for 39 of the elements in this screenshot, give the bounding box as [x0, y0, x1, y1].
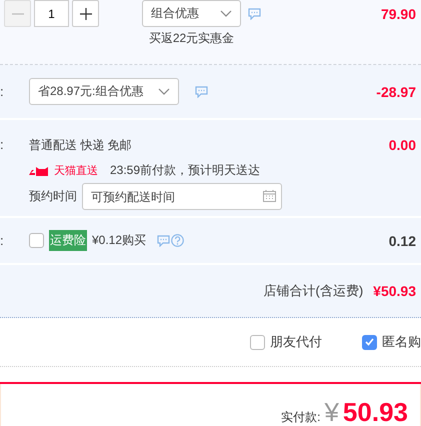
item-price: 79.90 [380, 6, 416, 22]
plus-icon [80, 8, 92, 20]
shipping-method: 普通配送 快递 免邮 [29, 137, 133, 154]
row-label: : [0, 84, 5, 99]
delivery-label: 天猫直送 [54, 164, 98, 178]
payment-amount: 50.93 [342, 397, 408, 426]
caret-icon [220, 10, 232, 17]
comment-icon[interactable] [248, 8, 261, 20]
promo-note: 买返22元实惠金 [148, 30, 234, 47]
payment-label: 实付款: [281, 409, 320, 426]
checkbox[interactable] [362, 334, 377, 350]
discount-amount: -28.97 [376, 84, 416, 100]
increase-button[interactable] [72, 0, 99, 27]
delivery-note: 23:59前付款，预计明天送达 [110, 162, 260, 179]
schedule-field[interactable]: 可预约配送时间 [82, 183, 282, 210]
insurance-offer: ¥0.12购买 [92, 232, 146, 249]
insurance-badge: 运费险 [49, 230, 87, 251]
checkbox[interactable] [29, 233, 44, 248]
help-icon[interactable] [171, 234, 184, 247]
option-label: 朋友代付 [270, 333, 322, 351]
quantity-field[interactable]: 1 [34, 0, 69, 27]
discount-dropdown[interactable]: 省28.97元:组合优惠 [29, 78, 179, 105]
currency-sign: ¥ [324, 397, 339, 426]
store-total-label: 店铺合计(含运费) [264, 282, 364, 300]
comment-icon[interactable] [195, 86, 208, 98]
minus-icon [12, 12, 24, 14]
row-label: : [0, 137, 5, 152]
checkbox[interactable] [250, 334, 265, 350]
shipping-amount: 0.00 [388, 137, 416, 153]
caret-icon [158, 88, 170, 95]
store-total-amount: ¥50.93 [373, 283, 416, 299]
check-icon [365, 338, 374, 346]
row-label: : [0, 233, 5, 248]
comment-icon[interactable] [157, 234, 170, 246]
option-label: 匿名购 [382, 333, 421, 351]
insurance-amount: 0.12 [388, 232, 416, 248]
schedule-label: 预约时间 [29, 188, 77, 205]
promo-dropdown[interactable]: 组合优惠 [142, 0, 241, 27]
calendar-icon[interactable] [263, 190, 276, 202]
